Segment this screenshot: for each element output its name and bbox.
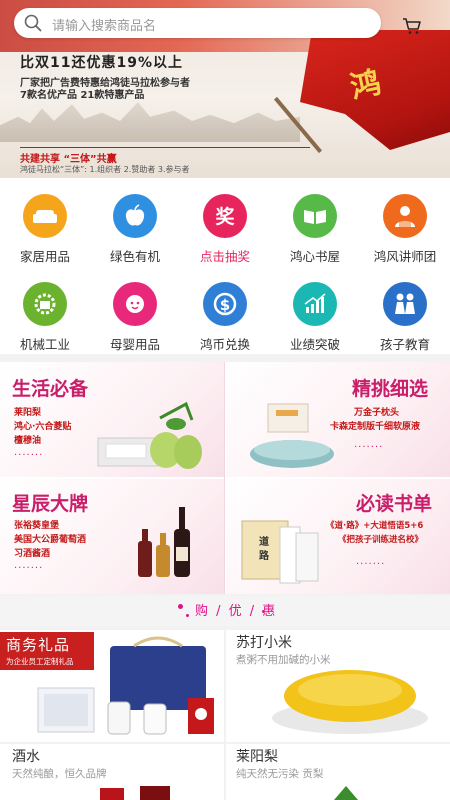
category-bookstore[interactable]: 鸿心书屋 — [270, 184, 360, 264]
svg-text:奖: 奖 — [215, 205, 235, 228]
product-desc: 煮粥不用加碱的小米 — [236, 654, 331, 666]
decor-dot — [178, 604, 183, 609]
svg-text:路: 路 — [259, 549, 270, 562]
category-organic[interactable]: 绿色有机 — [90, 184, 180, 264]
promo-line: 莱阳梨 — [14, 408, 42, 418]
wine-product-image — [138, 507, 190, 577]
banner-city-silhouette — [0, 102, 300, 142]
search-icon — [24, 14, 42, 32]
promo-title: 星辰大牌 — [12, 493, 89, 515]
category-label: 机械工业 — [19, 337, 70, 352]
pillow-product-image — [250, 403, 334, 468]
category-label: 鸿心书屋 — [289, 249, 340, 264]
category-coin-exchange[interactable]: $ 鸿币兑换 — [180, 272, 270, 352]
promo-books[interactable]: 必读书单 《道·路》+大道悟语5+6 《把孩子训练进名校》 ······· 道 … — [226, 479, 450, 594]
category-label: 家居用品 — [19, 249, 70, 264]
category-industry[interactable]: 机械工业 — [0, 272, 90, 352]
cart-icon[interactable] — [402, 16, 422, 36]
category-label: 母婴用品 — [109, 337, 160, 352]
category-label: 绿色有机 — [109, 249, 160, 264]
banner-headline: 比双11还优惠19%以上 — [20, 55, 183, 71]
promo-line: 美国大公爵葡萄酒 — [14, 535, 87, 545]
product-name: 商务礼品 — [6, 636, 71, 654]
promo-line: 张裕葵皇堡 — [14, 521, 60, 531]
product-name: 莱阳梨 — [236, 749, 278, 765]
promo-divider — [224, 362, 225, 594]
banner-divider — [20, 147, 310, 148]
product-laiyang-pear[interactable]: 莱阳梨 纯天然无污染 贡梨 — [226, 744, 450, 800]
section-title: 购 / 优 / 惠 — [195, 604, 278, 619]
category-education[interactable]: 孩子教育 — [360, 272, 450, 352]
promo-line: 习酒酱酒 — [14, 549, 51, 559]
children-icon — [383, 282, 427, 326]
book-icon — [293, 194, 337, 238]
product-desc: 纯天然无污染 贡梨 — [236, 768, 324, 780]
section-header: 购 / 优 / 惠 — [0, 596, 450, 626]
promo-dots: ······· — [14, 450, 44, 461]
sofa-icon — [23, 194, 67, 238]
banner-slogan-sub: 鸿徒马拉松“三体”: 1.组织者 2.赞助者 3.参与者 — [20, 165, 190, 174]
category-teachers[interactable]: 鸿风讲师团 — [360, 184, 450, 264]
promo-dots: ······· — [356, 559, 386, 570]
product-desc: 为企业员工定制礼品 — [6, 657, 74, 666]
category-label: 孩子教育 — [379, 337, 430, 352]
promo-section: 生活必备 莱阳梨 鸿心·六合菱贴 檀穆油 ······· 精挑细选 万金子枕头 … — [0, 362, 450, 594]
books-product-image: 道 路 — [241, 520, 319, 584]
apple-icon — [113, 194, 157, 238]
promo-line: 檀穆油 — [14, 436, 42, 446]
promo-selected[interactable]: 精挑细选 万金子枕头 卡森定制版千细软原液 ······· — [226, 362, 450, 477]
search-input[interactable]: 请输入搜索商品名 — [52, 15, 156, 34]
promo-essentials[interactable]: 生活必备 莱阳梨 鸿心·六合菱贴 檀穆油 ······· — [0, 362, 224, 477]
promo-dots: ······· — [354, 442, 384, 453]
svg-text:道: 道 — [259, 535, 269, 548]
pear-product-image — [97, 401, 202, 469]
promo-brands[interactable]: 星辰大牌 张裕葵皇堡 美国大公爵葡萄酒 习酒酱酒 ······· — [0, 479, 224, 594]
promo-line: 万金子枕头 — [354, 408, 400, 418]
factory-icon — [23, 282, 67, 326]
gift-tag: 商务礼品 为企业员工定制礼品 — [0, 632, 94, 670]
category-label: 点击抽奖 — [199, 249, 250, 264]
promo-line: 鸿心·六合菱贴 — [14, 422, 72, 432]
decor-dot — [186, 614, 189, 617]
liquor-image — [100, 786, 170, 800]
category-lottery[interactable]: 奖 点击抽奖 — [180, 184, 270, 264]
product-liquor[interactable]: 酒水 天然纯酿，恒久品牌 — [0, 744, 224, 800]
promo-line: 卡森定制版千细软原液 — [330, 422, 421, 432]
promo-dots: ······· — [14, 563, 44, 574]
category-home[interactable]: 家居用品 — [0, 184, 90, 264]
promo-title: 生活必备 — [12, 378, 89, 400]
chart-icon — [293, 282, 337, 326]
promo-line: 《道·路》+大道悟语5+6 — [326, 521, 424, 531]
pear-image — [334, 786, 358, 800]
category-label: 业绩突破 — [289, 337, 340, 352]
banner-slogan: 共建共享 “三体”共赢 — [20, 154, 117, 165]
teacher-icon — [383, 194, 427, 238]
banner-line-3: 7款名优产品 21款特惠产品 — [20, 90, 145, 101]
category-label: 鸿币兑换 — [199, 337, 250, 352]
prize-icon: 奖 — [203, 194, 247, 238]
category-performance[interactable]: 业绩突破 — [270, 272, 360, 352]
category-grid: 家居用品 绿色有机 奖 点击抽奖 鸿心书屋 鸿风讲师团 机械工业 母婴用品 $ … — [0, 178, 450, 354]
baby-icon — [113, 282, 157, 326]
svg-text:$: $ — [220, 296, 230, 314]
product-name: 酒水 — [12, 749, 40, 765]
dollar-icon: $ — [203, 282, 247, 326]
search-bar[interactable]: 请输入搜索商品名 — [14, 8, 381, 38]
category-label: 鸿风讲师团 — [373, 249, 437, 264]
promo-line: 《把孩子训练进名校》 — [338, 535, 424, 545]
promo-title: 必读书单 — [356, 493, 433, 515]
category-baby[interactable]: 母婴用品 — [90, 272, 180, 352]
millet-bowl-image — [272, 670, 428, 734]
promo-title: 精挑细选 — [352, 378, 429, 400]
product-desc: 天然纯酿，恒久品牌 — [12, 768, 107, 780]
product-name: 苏打小米 — [236, 635, 292, 651]
product-soda-millet[interactable]: 苏打小米 煮粥不用加碱的小米 — [226, 630, 450, 742]
